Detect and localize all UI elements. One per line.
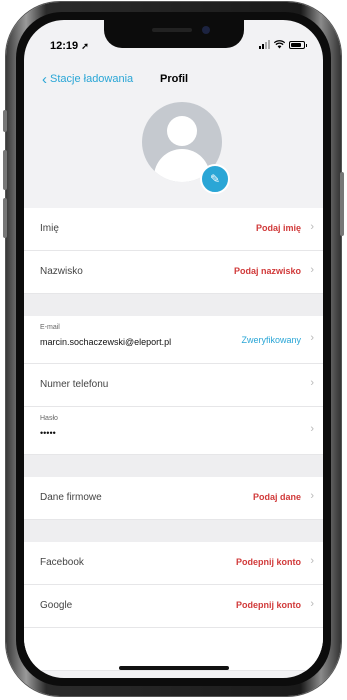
- speaker-grille: [151, 28, 192, 32]
- chevron-right-icon: ›: [310, 423, 314, 435]
- volume-up-button: [3, 150, 7, 190]
- email-value: marcin.sochaczewski@eleport.pl: [40, 337, 172, 347]
- battery-icon: [289, 40, 307, 49]
- chevron-left-icon: ‹: [42, 70, 47, 88]
- password-label: Hasło: [40, 415, 58, 422]
- first-name-action: Podaj imię: [255, 223, 301, 233]
- chevron-right-icon: ›: [310, 221, 314, 233]
- google-label: Google: [40, 600, 73, 611]
- phone-number-label: Numer telefonu: [40, 379, 109, 390]
- chevron-right-icon: ›: [310, 555, 314, 567]
- page-title: Profil: [160, 73, 189, 85]
- notch: [103, 20, 244, 48]
- back-button[interactable]: ‹ Stacje ładowania: [42, 70, 134, 88]
- phone-frame: 12:19 ➚ ‹ Stacje ładowania Profil ✎ Imię…: [3, 2, 344, 696]
- google-row[interactable]: Google Podepnij konto ›: [24, 585, 323, 628]
- phone-number-row[interactable]: Numer telefonu ›: [24, 364, 323, 407]
- google-connect-action: Podepnij konto: [236, 600, 301, 610]
- avatar-section: ✎: [24, 92, 323, 208]
- volume-down-button: [3, 198, 7, 238]
- chevron-right-icon: ›: [310, 490, 314, 502]
- email-verified-status: Zweryfikowany: [241, 335, 301, 345]
- password-value: •••••: [40, 428, 56, 438]
- chevron-right-icon: ›: [310, 332, 314, 344]
- cellular-signal-icon: [259, 40, 270, 49]
- phone-bezel: 12:19 ➚ ‹ Stacje ładowania Profil ✎ Imię…: [16, 12, 331, 686]
- home-indicator[interactable]: [118, 666, 229, 670]
- chevron-right-icon: ›: [310, 598, 314, 610]
- profile-settings-list: Imię Podaj imię › Nazwisko Podaj nazwisk…: [24, 208, 323, 671]
- facebook-label: Facebook: [40, 557, 84, 568]
- edit-avatar-button[interactable]: ✎: [200, 164, 230, 194]
- company-data-label: Dane firmowe: [40, 492, 102, 503]
- email-label: E-mail: [40, 324, 60, 331]
- status-icons: [259, 40, 307, 49]
- first-name-label: Imię: [40, 223, 59, 234]
- person-silhouette-icon: [167, 116, 197, 146]
- last-name-label: Nazwisko: [40, 266, 83, 277]
- password-row[interactable]: Hasło ••••• ›: [24, 407, 323, 455]
- section-divider: [24, 294, 323, 316]
- mute-switch: [3, 110, 7, 132]
- company-data-row[interactable]: Dane firmowe Podaj dane ›: [24, 477, 323, 520]
- last-name-action: Podaj nazwisko: [233, 266, 301, 276]
- phone-screen: 12:19 ➚ ‹ Stacje ładowania Profil ✎ Imię…: [24, 20, 323, 678]
- list-item: [24, 628, 323, 671]
- section-divider: [24, 455, 323, 477]
- company-data-action: Podaj dane: [252, 492, 301, 502]
- status-time-text: 12:19: [50, 40, 79, 52]
- front-camera: [201, 26, 210, 34]
- facebook-row[interactable]: Facebook Podepnij konto ›: [24, 542, 323, 585]
- pencil-icon: ✎: [209, 172, 221, 186]
- section-divider: [24, 520, 323, 542]
- status-time: 12:19 ➚: [50, 40, 89, 52]
- chevron-right-icon: ›: [310, 377, 314, 389]
- email-row[interactable]: E-mail marcin.sochaczewski@eleport.pl Zw…: [24, 316, 323, 364]
- power-button: [340, 172, 344, 236]
- back-button-label: Stacje ładowania: [50, 73, 134, 85]
- facebook-connect-action: Podepnij konto: [236, 557, 301, 567]
- location-arrow-icon: ➚: [81, 41, 89, 51]
- first-name-row[interactable]: Imię Podaj imię ›: [24, 208, 323, 251]
- wifi-icon: [274, 40, 285, 49]
- navigation-bar: ‹ Stacje ładowania Profil: [24, 68, 323, 98]
- chevron-right-icon: ›: [310, 264, 314, 276]
- last-name-row[interactable]: Nazwisko Podaj nazwisko ›: [24, 251, 323, 294]
